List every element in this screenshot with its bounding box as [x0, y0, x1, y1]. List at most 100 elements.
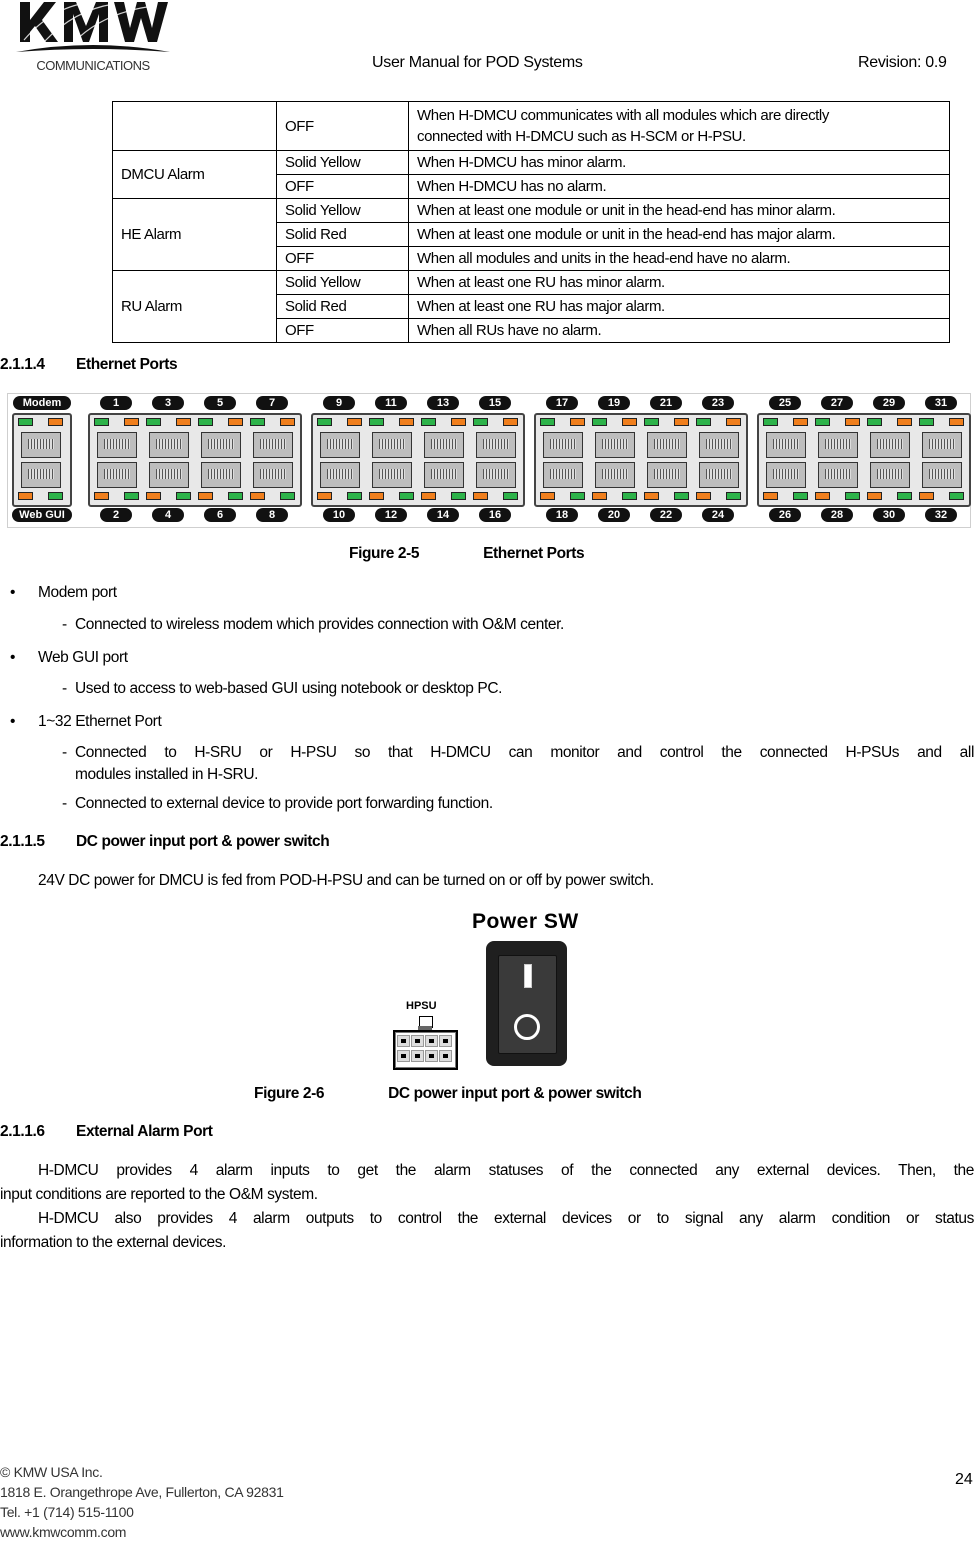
sub-item: - Connected to external device to provide…	[62, 795, 493, 812]
activity-led-orange	[815, 492, 830, 500]
rj45-jack-icon	[21, 462, 61, 488]
state-cell: Solid Yellow	[276, 270, 409, 295]
description-cell: When H-DMCU has minor alarm.	[408, 150, 950, 175]
rj45-jack-icon	[766, 462, 806, 488]
bullet-modem-port: • Modem port	[10, 584, 117, 601]
ethernet-ports-figure: Modem Web GUI 1 2 3 4 5 6 7 8 9 10 11 12 13 14 15 16 17 18 1…	[7, 393, 971, 528]
connector-pin	[411, 1035, 424, 1047]
rj45-jack-icon	[149, 462, 189, 488]
description-cell: When at least one module or unit in the …	[408, 198, 950, 223]
link-led-green	[124, 492, 139, 500]
description-line: When H-DMCU communicates with all module…	[417, 107, 829, 124]
port-label: 6	[204, 508, 236, 522]
ethernet-port-icon	[144, 416, 192, 502]
activity-led-orange	[503, 418, 518, 426]
link-led-green	[622, 492, 637, 500]
rj45-jack-icon	[543, 462, 583, 488]
rj45-jack-icon	[320, 432, 360, 458]
port-label: 8	[256, 508, 288, 522]
port-label: 11	[375, 396, 407, 410]
footer-website[interactable]: www.kmwcomm.com	[0, 1524, 126, 1540]
rj45-jack-icon	[201, 432, 241, 458]
state-cell: Solid Yellow	[276, 150, 409, 175]
port-label: 3	[152, 396, 184, 410]
rj45-jack-icon	[766, 432, 806, 458]
state-cell: OFF	[276, 174, 409, 199]
port-label-web-gui: Web GUI	[12, 508, 72, 522]
caption-title: Ethernet Ports	[483, 545, 585, 562]
link-led-green	[644, 418, 659, 426]
link-led-green	[674, 492, 689, 500]
activity-led-orange	[644, 492, 659, 500]
link-led-green	[198, 418, 213, 426]
group-cell: RU Alarm	[112, 270, 277, 343]
rj45-jack-icon	[647, 432, 687, 458]
ethernet-port-icon	[471, 416, 519, 502]
rj45-jack-icon	[922, 462, 962, 488]
link-led-green	[421, 418, 436, 426]
ethernet-port-icon	[813, 416, 861, 502]
activity-led-orange	[317, 492, 332, 500]
body-paragraph-line: information to the external devices.	[0, 1234, 226, 1251]
ethernet-port-icon	[16, 416, 64, 502]
link-led-green	[399, 492, 414, 500]
description-line: connected with H-DMCU such as H-SCM or H…	[417, 128, 746, 145]
bullet-icon: •	[10, 713, 16, 730]
modem-webgui-port-bank	[12, 413, 72, 507]
kmw-logo-graphic: COMMUNICATIONS	[16, 1, 170, 73]
sub-item: - Used to access to web-based GUI using n…	[62, 680, 503, 697]
revision-label: Revision: 0.9	[858, 54, 947, 71]
caption-title: DC power input port & power switch	[388, 1085, 642, 1102]
link-led-green	[228, 492, 243, 500]
port-label: 12	[375, 508, 407, 522]
activity-led-orange	[622, 418, 637, 426]
link-led-green	[473, 418, 488, 426]
ethernet-port-bank	[88, 413, 302, 507]
activity-led-orange	[919, 492, 934, 500]
ethernet-port-icon	[92, 416, 140, 502]
link-led-green	[48, 492, 63, 500]
link-led-green	[540, 418, 555, 426]
connector-pin	[411, 1050, 424, 1062]
rj45-jack-icon	[97, 432, 137, 458]
activity-led-orange	[570, 418, 585, 426]
connector-pin	[439, 1050, 452, 1062]
section-number: 2.1.1.5	[0, 833, 45, 850]
rj45-jack-icon	[320, 462, 360, 488]
activity-led-orange	[867, 492, 882, 500]
ethernet-port-icon	[196, 416, 244, 502]
link-led-green	[94, 418, 109, 426]
activity-led-orange	[347, 418, 362, 426]
link-led-green	[867, 418, 882, 426]
rj45-jack-icon	[870, 432, 910, 458]
activity-led-orange	[421, 492, 436, 500]
link-led-green	[696, 418, 711, 426]
link-led-green	[317, 418, 332, 426]
rj45-jack-icon	[647, 462, 687, 488]
port-label: 2	[100, 508, 132, 522]
figure-caption-2-5: Figure 2-5 Ethernet Ports	[349, 545, 585, 563]
body-paragraph-line: H-DMCU also provides 4 alarm outputs to …	[38, 1210, 974, 1227]
activity-led-orange	[592, 492, 607, 500]
port-label-modem: Modem	[13, 396, 71, 410]
rj45-jack-icon	[372, 462, 412, 488]
rj45-jack-icon	[870, 462, 910, 488]
activity-led-orange	[674, 418, 689, 426]
ethernet-port-bank	[757, 413, 971, 507]
sub-item: -	[62, 744, 67, 762]
port-label: 24	[702, 508, 734, 522]
led-status-table: OFF When H-DMCU communicates with all mo…	[112, 101, 950, 343]
section-number: 2.1.1.6	[0, 1123, 45, 1140]
ethernet-port-bank	[311, 413, 525, 507]
table-row: DMCU Alarm Solid Yellow When H-DMCU has …	[112, 150, 950, 199]
ethernet-port-icon	[315, 416, 363, 502]
port-label: 27	[821, 396, 853, 410]
rj45-jack-icon	[253, 462, 293, 488]
activity-led-orange	[540, 492, 555, 500]
link-led-green	[347, 492, 362, 500]
port-label: 13	[427, 396, 459, 410]
activity-led-orange	[250, 492, 265, 500]
link-led-green	[949, 492, 964, 500]
rj45-jack-icon	[372, 432, 412, 458]
rj45-jack-icon	[699, 462, 739, 488]
